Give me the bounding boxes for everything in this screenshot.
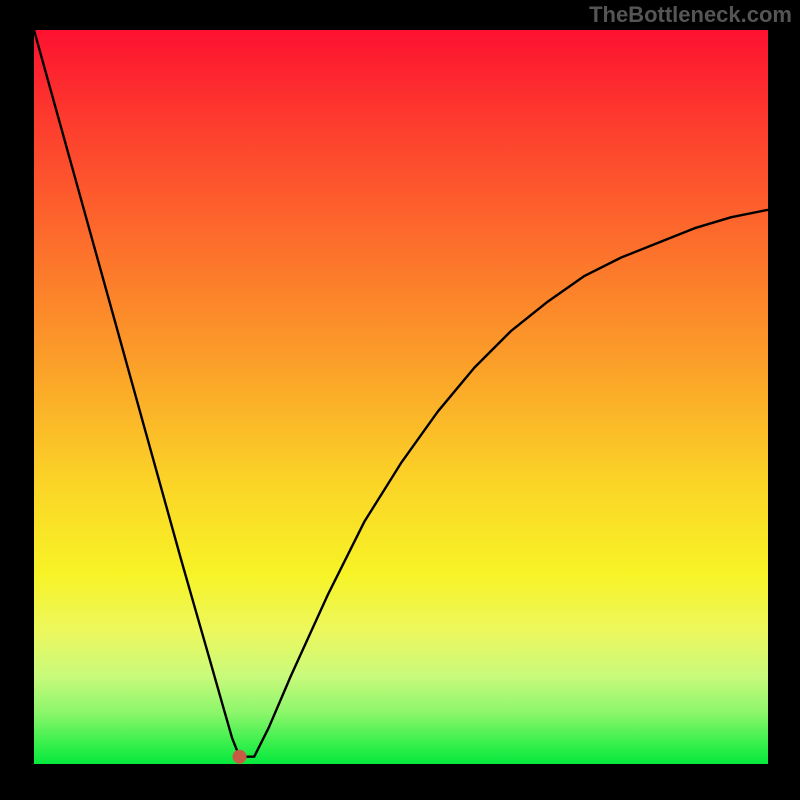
watermark-text: TheBottleneck.com [589,2,792,28]
plot-area [34,30,768,764]
curve-svg [34,30,768,764]
bottleneck-curve-path [34,30,768,757]
chart-frame: TheBottleneck.com [0,0,800,800]
optimum-marker [233,750,247,764]
